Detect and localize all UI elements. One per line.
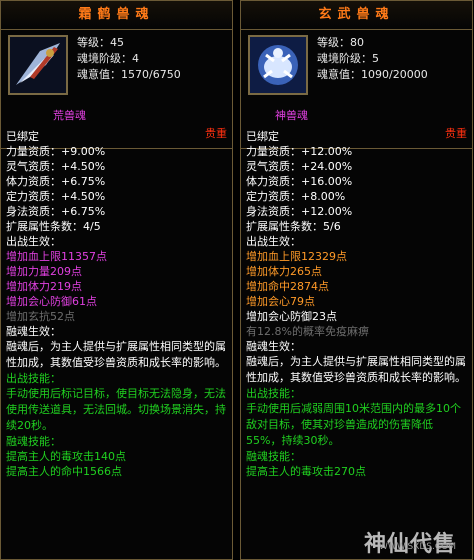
battle-skill-description: 手动使用后减弱周围10米范围内的最多10个敌对目标，使其对珍兽造成的伤害降低55…	[246, 402, 461, 447]
battle-effect-label: 出战生效：	[6, 235, 61, 248]
item-title: 玄武兽魂	[318, 7, 395, 22]
item-title: 霜鹤兽魂	[78, 7, 155, 22]
battle-skill-description: 手动使用后标记目标，使目标无法隐身，无法使用传送道具，无法回城。切换场景消失，持…	[6, 387, 226, 432]
attribute: 灵气资质：+4.50%	[6, 160, 106, 173]
title-bar: 玄武兽魂	[241, 1, 472, 30]
fuse-skill: 提高主人的毒攻击140点	[6, 450, 126, 463]
soul-value: 魂意值：1570/6750	[77, 68, 181, 81]
item-details: 已绑定 力量资质：+12.00% 灵气资质：+24.00% 体力资质：+16.0…	[246, 129, 466, 479]
fuse-skill-label: 融魂技能：	[246, 450, 301, 463]
fuse-effect-label: 融魂生效：	[246, 340, 301, 353]
effect: 增加体力265点	[246, 265, 322, 278]
extension-count: 扩展属性条数：4/5	[6, 220, 101, 233]
attribute: 定力资质：+8.00%	[246, 190, 346, 203]
attribute: 身法资质：+12.00%	[246, 205, 353, 218]
fuse-description: 融魂后，为主人提供与扩展属性相同类型的属性加成，其数值受珍兽资质和成长率的影响。	[246, 355, 466, 384]
title-bar: 霜鹤兽魂	[1, 1, 232, 30]
fuse-description: 融魂后，为主人提供与扩展属性相同类型的属性加成，其数值受珍兽资质和成长率的影响。	[6, 340, 226, 369]
attribute: 定力资质：+4.50%	[6, 190, 106, 203]
effect: 增加体力219点	[6, 280, 82, 293]
effect: 增加血上限11357点	[6, 250, 107, 263]
crane-soul-icon[interactable]	[8, 35, 68, 95]
attribute: 体力资质：+6.75%	[6, 175, 106, 188]
soul-tier: 魂境阶级：4	[77, 52, 139, 65]
attribute: 力量资质：+12.00%	[246, 145, 353, 158]
bound-status: 已绑定	[6, 130, 39, 143]
fuse-skill: 提高主人的毒攻击270点	[246, 465, 366, 478]
level: 等级：80	[317, 36, 364, 49]
battle-effect-label: 出战生效：	[246, 235, 301, 248]
soul-type: 神兽魂	[275, 109, 308, 122]
effect: 增加力量209点	[6, 265, 82, 278]
battle-skill-label: 出战技能：	[246, 387, 301, 400]
effect: 增加命中2874点	[246, 280, 329, 293]
site-watermark: 神仙代售 WWW.SXDS.COM	[364, 534, 456, 556]
watermark-url: WWW.SXDS.COM	[378, 542, 456, 552]
fuse-skill: 提高主人的命中1566点	[6, 465, 122, 478]
extension-count: 扩展属性条数：5/6	[246, 220, 341, 233]
effect: 有12.8%的概率免疫麻痹	[246, 325, 369, 338]
effect: 增加会心79点	[246, 295, 315, 308]
bound-status: 已绑定	[246, 130, 279, 143]
effect: 增加玄抗52点	[6, 310, 75, 323]
soul-value: 魂意值：1090/20000	[317, 68, 428, 81]
effect: 增加会心防御61点	[6, 295, 97, 308]
fuse-skill-label: 融魂技能：	[6, 435, 61, 448]
soul-type: 荒兽魂	[53, 109, 86, 122]
battle-skill-label: 出战技能：	[6, 372, 61, 385]
effect: 增加会心防御23点	[246, 310, 337, 323]
left-item-tooltip: 霜鹤兽魂 等级：45 魂境阶级：4 魂意值：1570/6750 荒兽魂 贵重 已…	[0, 0, 233, 560]
soul-tier: 魂境阶级：5	[317, 52, 379, 65]
item-details: 已绑定 力量资质：+9.00% 灵气资质：+4.50% 体力资质：+6.75% …	[6, 129, 226, 479]
attribute: 体力资质：+16.00%	[246, 175, 353, 188]
attribute: 灵气资质：+24.00%	[246, 160, 353, 173]
level: 等级：45	[77, 36, 124, 49]
fuse-effect-label: 融魂生效：	[6, 325, 61, 338]
attribute: 身法资质：+6.75%	[6, 205, 106, 218]
effect: 增加血上限12329点	[246, 250, 347, 263]
attribute: 力量资质：+9.00%	[6, 145, 106, 158]
right-item-tooltip: 玄武兽魂 等级：80 魂境阶级：5 魂意值：1090/20000 神兽魂 贵重 …	[240, 0, 473, 560]
stats-block: 等级：45 魂境阶级：4 魂意值：1570/6750	[77, 35, 181, 83]
tortoise-soul-icon[interactable]	[248, 35, 308, 95]
stats-block: 等级：80 魂境阶级：5 魂意值：1090/20000	[317, 35, 428, 83]
